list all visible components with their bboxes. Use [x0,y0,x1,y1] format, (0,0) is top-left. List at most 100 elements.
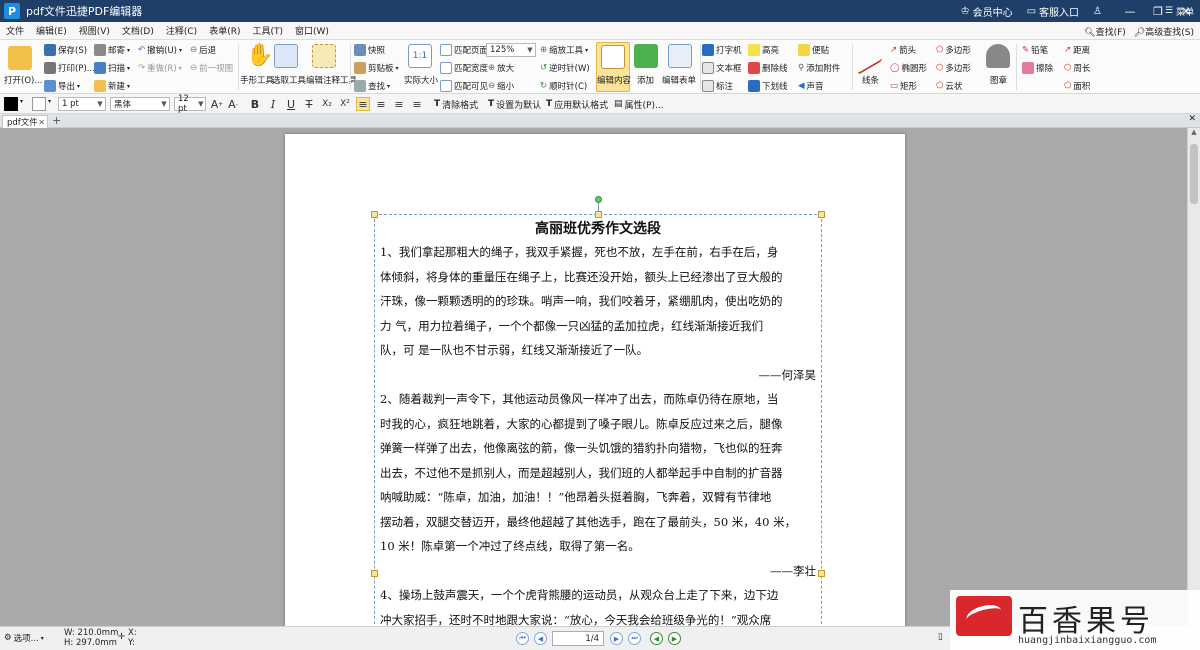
superscript-button[interactable]: X² [338,97,352,111]
edit-form-button[interactable]: 编辑表单 [662,74,696,86]
save-button[interactable]: 保存(S) [44,44,87,56]
snapshot-button[interactable]: 快照 [354,44,385,56]
align-center-button[interactable]: ≡ [374,97,388,111]
underline-format-button[interactable]: U [284,97,298,111]
main-menu-button[interactable]: ☰ 菜单 [1165,1,1194,21]
fit-width-button[interactable]: 匹配宽度 [440,62,488,74]
hand-tool-icon[interactable]: ✋ [246,44,273,68]
highlight-button[interactable]: 高亮 [748,44,779,56]
prev-page-button[interactable]: ◀ [534,632,547,645]
new-tab-icon[interactable]: + [52,114,61,127]
scan-button[interactable]: 扫描 ▾ [94,62,130,74]
zoom-out-button[interactable]: ⊖ 缩小 [488,80,514,92]
edit-form-icon[interactable] [668,44,692,68]
menu-view[interactable]: 视图(V) [73,24,116,37]
cloud-button[interactable]: ⬠ 云状 [936,80,962,92]
mail-button[interactable]: 邮寄 ▾ [94,44,130,56]
align-right-button[interactable]: ≡ [392,97,406,111]
font-name-select[interactable]: 黑体 ▼ [110,97,170,111]
typewriter-button[interactable]: 打字机 [702,44,742,56]
strikethrough-button[interactable]: T [302,97,316,111]
resize-handle-nw[interactable] [371,211,378,218]
fit-page-button[interactable]: 匹配页面 [440,44,488,56]
last-page-button[interactable]: ⏭ [628,632,641,645]
document-workspace[interactable]: 高丽班优秀作文选段 1、我们拿起那粗大的绳子，我双手紧握，死也不放，左手在前，右… [0,128,1200,626]
tab-pdf-file[interactable]: pdf文件 ✕ [2,115,48,128]
clipboard-button[interactable]: 剪贴板 ▾ [354,62,399,74]
arrow-button[interactable]: ↗ 箭头 [890,44,916,56]
text-color-swatch[interactable] [4,97,18,111]
rotate-handle[interactable] [595,196,602,203]
font-shrink-button[interactable]: A- [226,97,240,111]
resize-handle-w[interactable] [371,570,378,577]
font-size-select[interactable]: 12 pt ▼ [174,94,206,114]
resize-handle-ne[interactable] [818,211,825,218]
ribbon-find-button[interactable]: 查找 ▾ [354,80,390,92]
menu-comment[interactable]: 注释(C) [160,24,203,37]
user-account-button[interactable]: ♙ [1093,6,1102,17]
set-default-button[interactable]: T 设置为默认 [488,97,541,111]
actual-size-button[interactable]: 实际大小 [404,74,438,86]
next-page-button[interactable]: ▶ [610,632,623,645]
zoom-in-button[interactable]: ⊕ 放大 [488,62,514,74]
scroll-up-icon[interactable]: ▲ [1188,128,1200,140]
fit-visible-button[interactable]: 匹配可见 [440,80,488,92]
apply-default-button[interactable]: T 应用默认格式 [546,97,608,111]
rect-button[interactable]: ▭ 矩形 [890,80,917,92]
undo-button[interactable]: ↶ 撤销(U) ▾ [138,44,182,56]
hand-tool-button[interactable]: 手形工具 [240,74,274,86]
perimeter-button[interactable]: ⬡ 周长 [1064,62,1090,74]
page-number-input[interactable]: 1/4 [552,631,604,646]
close-tab-icon[interactable]: ✕ [38,118,45,127]
menu-tools[interactable]: 工具(T) [246,24,289,37]
zoom-tool-button[interactable]: ⊕ 缩放工具 ▾ [540,44,588,56]
minimize-button[interactable]: — [1116,0,1144,22]
member-center-link[interactable]: ♔ 会员中心 [961,4,1013,19]
history-back-button[interactable]: ◀ [650,632,663,645]
menu-file[interactable]: 文件 [0,24,30,37]
edit-annot-tool-icon[interactable] [312,44,336,68]
bold-button[interactable]: B [248,97,262,111]
distance-button[interactable]: ↗ 距离 [1064,44,1090,56]
find-button[interactable]: 🔍︎查找(F) [1084,25,1126,38]
underline-button[interactable]: 下划线 [748,80,788,92]
print-button[interactable]: 打印(P)... [44,62,95,74]
line-width-select[interactable]: 1 pt ▼ [58,97,106,111]
polygon-button[interactable]: ⬠ 多边形 [936,44,971,56]
advanced-find-button[interactable]: 🔎︎高级查找(S) [1134,25,1194,38]
eraser-button[interactable]: 擦除 [1022,62,1053,74]
scroll-thumb[interactable] [1190,144,1198,204]
properties-button[interactable]: ▤ 属性(P)... [614,97,664,111]
history-forward-button[interactable]: ▶ [668,632,681,645]
menu-window[interactable]: 窗口(W) [289,24,335,37]
rotate-ccw-button[interactable]: ↺ 逆时针(W) [540,62,590,74]
justify-button[interactable]: ≡ [410,97,424,111]
add-icon[interactable] [634,44,658,68]
attachment-button[interactable]: ⚲ 添加附件 [798,62,840,74]
menu-document[interactable]: 文档(D) [116,24,160,37]
select-tool-icon[interactable] [274,44,298,68]
stamp-icon[interactable] [986,44,1010,68]
pencil-button[interactable]: ✎ 铅笔 [1022,44,1048,56]
document-text[interactable]: 高丽班优秀作文选段 1、我们拿起那粗大的绳子，我双手紧握，死也不放，左手在前，右… [380,218,816,626]
line-icon[interactable] [858,37,882,75]
polyline-button[interactable]: ⬡ 多边形 [936,62,971,74]
note-button[interactable]: 便贴 [798,44,829,56]
menu-edit[interactable]: 编辑(E) [30,24,73,37]
rotate-cw-button[interactable]: ↻ 顺时针(C) [540,80,587,92]
open-button[interactable]: 打开(O)... [4,74,42,86]
strikeout-button[interactable]: 删除线 [748,62,788,74]
italic-button[interactable]: I [266,97,280,111]
close-document-icon[interactable]: ✕ [1188,114,1196,124]
single-page-view-icon[interactable]: ▯ [938,632,943,642]
back-button[interactable]: ⊖ 后退 [190,44,216,56]
new-button[interactable]: 新建 ▾ [94,80,130,92]
options-button[interactable]: ⚙ 选项... ▾ [4,632,44,644]
actual-size-icon[interactable]: 1:1 [408,44,432,68]
subscript-button[interactable]: X₂ [320,97,334,111]
resize-handle-e[interactable] [818,570,825,577]
sound-button[interactable]: ◀ 声音 [798,80,824,92]
ellipse-button[interactable]: ◯ 椭圆形 [890,62,927,74]
customer-service-link[interactable]: ▭ 客服入口 [1027,4,1079,19]
clear-format-button[interactable]: T 清除格式 [434,97,478,111]
